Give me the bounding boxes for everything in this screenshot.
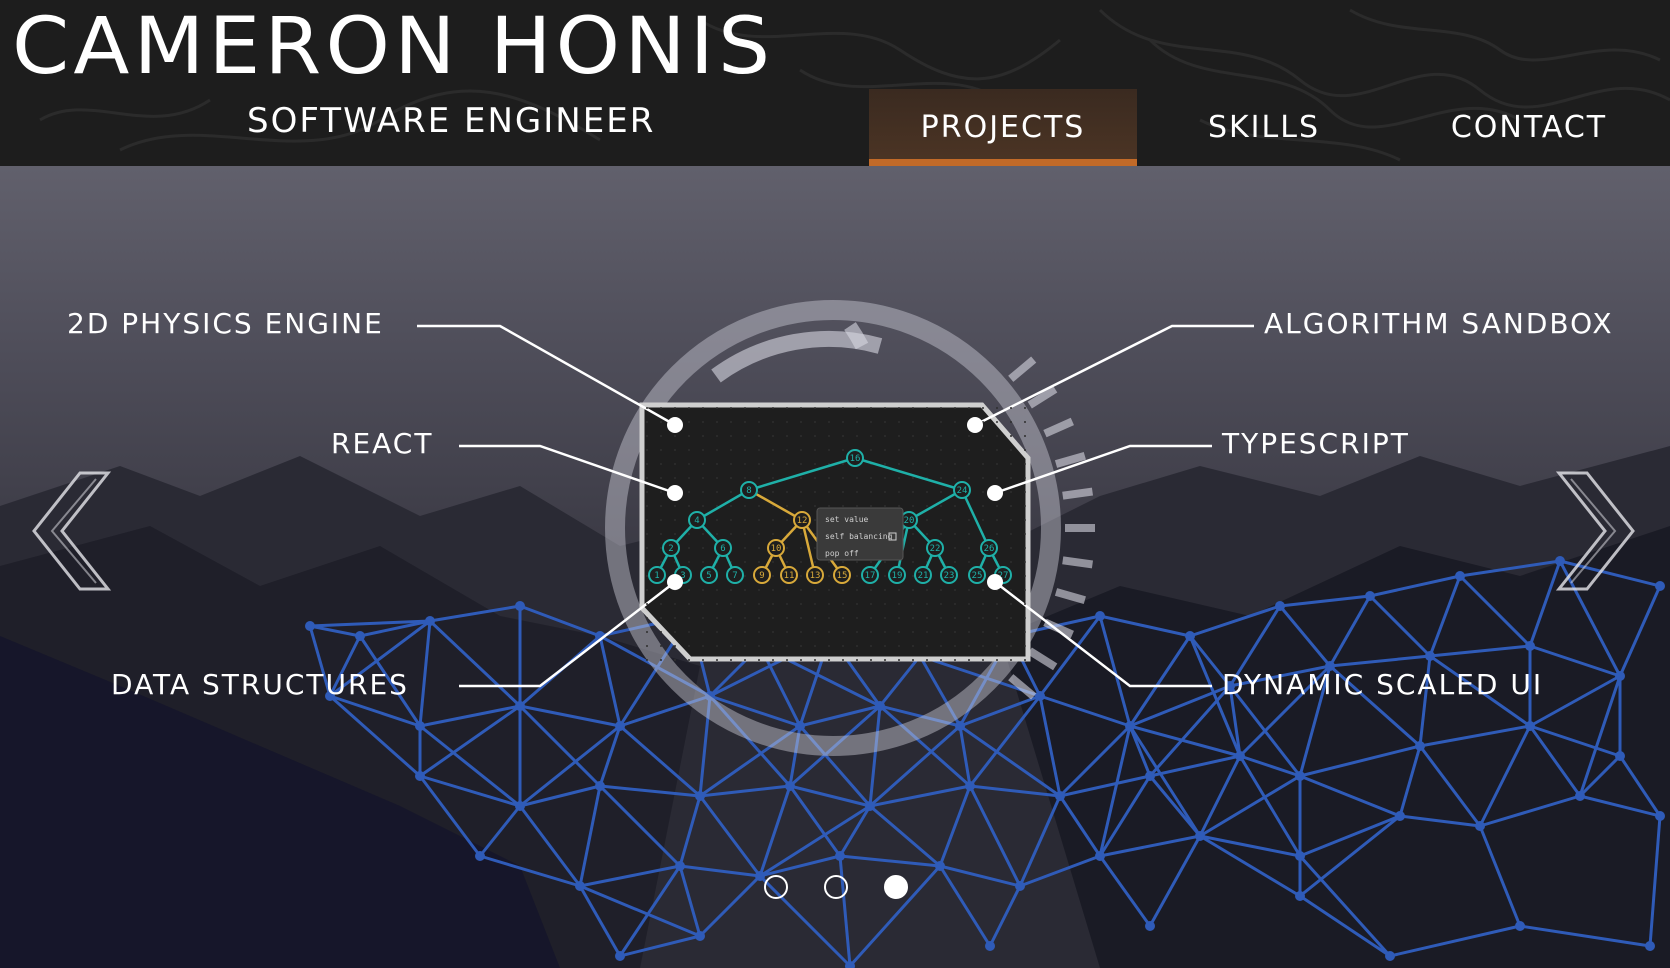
- tree-node-label: 23: [944, 571, 955, 581]
- project-preview-image[interactable]: 168 244 12 202 6 10 22 261 3 5 7 9 11 13 15 17 19 21 23 25 2…: [645, 406, 1030, 662]
- chevron-left-icon: [32, 471, 112, 591]
- tree-node-label: 6: [720, 544, 725, 554]
- carousel-dot-3[interactable]: [884, 875, 908, 899]
- tree-node-label: 24: [957, 486, 968, 496]
- callout-typescript: TYPESCRIPT: [1222, 427, 1410, 460]
- chevron-right-icon: [1555, 471, 1635, 591]
- site-title: CAMERON HONIS: [12, 2, 775, 92]
- callout-2d-physics-engine: 2D PHYSICS ENGINE: [67, 307, 384, 340]
- tree-node-label: 9: [759, 571, 764, 581]
- carousel-dot-2[interactable]: [824, 875, 848, 899]
- site-header: CAMERON HONIS SOFTWARE ENGINEER PROJECTS…: [0, 0, 1670, 166]
- tree-node-label: 7: [732, 571, 737, 581]
- callout-dynamic-scaled-ui: DYNAMIC SCALED UI: [1222, 668, 1544, 701]
- tree-node-label: 17: [865, 571, 876, 581]
- hud-tick: [1062, 487, 1094, 500]
- tree-node-label: 15: [837, 571, 848, 581]
- tab-contact[interactable]: CONTACT: [1391, 89, 1667, 166]
- carousel-dot-1[interactable]: [764, 875, 788, 899]
- tree-node-label: 21: [918, 571, 929, 581]
- menu-item-self-balancing[interactable]: self balancing: [825, 532, 893, 541]
- tree-node-label: 26: [984, 544, 995, 554]
- tree-node-label: 27: [998, 571, 1009, 581]
- tree-node-label: 8: [746, 486, 751, 496]
- tree-node-label: 2: [668, 544, 673, 554]
- hud-tick: [1008, 674, 1037, 700]
- menu-item-pop-off[interactable]: pop off: [825, 549, 859, 558]
- hud-tick: [1062, 556, 1094, 569]
- project-carousel: 16 8 24 4 12 20 2 6 10 22 26 1 3 5 7 9 11 13 15 17 19 21 23 25 2…: [0, 166, 1670, 968]
- tree-node-label: 22: [930, 544, 941, 554]
- tab-projects[interactable]: PROJECTS: [869, 89, 1137, 166]
- hud-tick: [1027, 647, 1058, 671]
- carousel-next-button[interactable]: [1553, 471, 1637, 591]
- tree-node-label: 3: [680, 571, 685, 581]
- callout-data-structures: DATA STRUCTURES: [111, 668, 409, 701]
- carousel-prev-button[interactable]: [30, 471, 114, 591]
- carousel-pagination: [764, 875, 908, 899]
- main-nav: PROJECTS SKILLS CONTACT: [869, 89, 1667, 166]
- tree-node-label: 19: [892, 571, 903, 581]
- tree-node-label: 11: [784, 571, 795, 581]
- tree-node-label: 4: [694, 516, 699, 526]
- tab-skills[interactable]: SKILLS: [1137, 89, 1391, 166]
- context-menu[interactable]: set value self balancing pop off: [816, 507, 904, 561]
- site-subtitle: SOFTWARE ENGINEER: [247, 101, 656, 141]
- tree-node-label: 25: [972, 571, 983, 581]
- hud-tick: [1054, 588, 1086, 605]
- callout-react: REACT: [331, 427, 434, 460]
- tree-node-label: 12: [797, 516, 808, 526]
- hud-tick: [1043, 417, 1074, 438]
- tree-node-label: 5: [706, 571, 711, 581]
- tree-node-label: 16: [850, 454, 861, 464]
- callout-algorithm-sandbox: ALGORITHM SANDBOX: [1264, 307, 1614, 340]
- hud-tick: [1008, 356, 1037, 382]
- tree-node-label: 10: [771, 544, 782, 554]
- tree-node-label: 20: [904, 516, 915, 526]
- menu-item-set-value[interactable]: set value: [825, 515, 869, 524]
- tree-node-label: 1: [654, 571, 659, 581]
- tree-node-label: 13: [810, 571, 821, 581]
